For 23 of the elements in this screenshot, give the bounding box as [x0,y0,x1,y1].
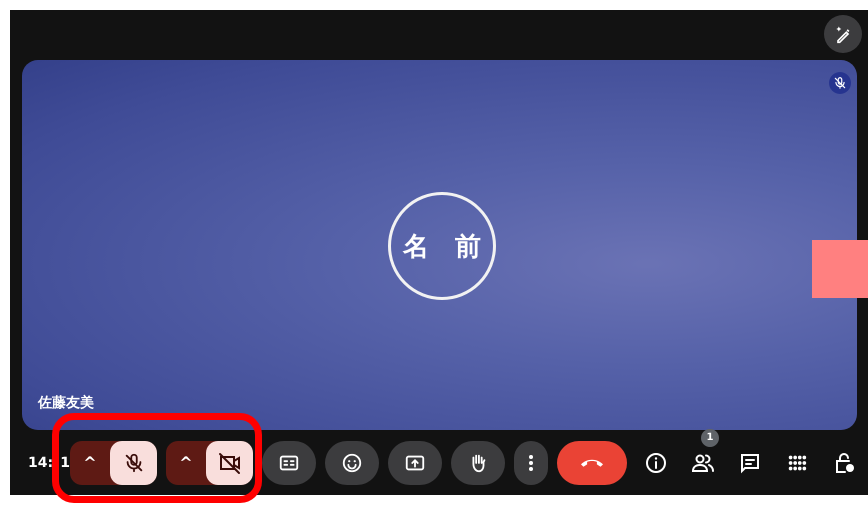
clock-text: 1 [60,454,70,470]
toolbar-button[interactable] [451,440,505,484]
toolbar-button[interactable] [514,440,548,484]
options-toggle[interactable]: ^ [70,440,110,484]
participant-name: 佐藤友美 [38,394,94,412]
options-toggle[interactable]: ^ [166,440,206,484]
toggle-button[interactable] [206,440,253,484]
smiley-icon [341,452,363,474]
toolbar-button[interactable] [388,440,442,484]
leave-call-button[interactable] [557,440,627,484]
count-badge: 1 [701,428,719,446]
clock-text: 14: [28,454,54,470]
toolbar-button[interactable] [325,440,379,484]
mic-off-icon [122,452,144,474]
highlight-square [812,240,868,298]
toggle-button[interactable] [110,440,157,484]
more-icon [529,454,533,470]
camera-off-icon [218,450,242,474]
info-icon [644,450,668,474]
avatar-initials: 名 前 [388,192,496,300]
toolbar-button[interactable] [262,440,316,484]
phone-icon [581,458,603,467]
edit-effects-button[interactable] [824,15,862,53]
